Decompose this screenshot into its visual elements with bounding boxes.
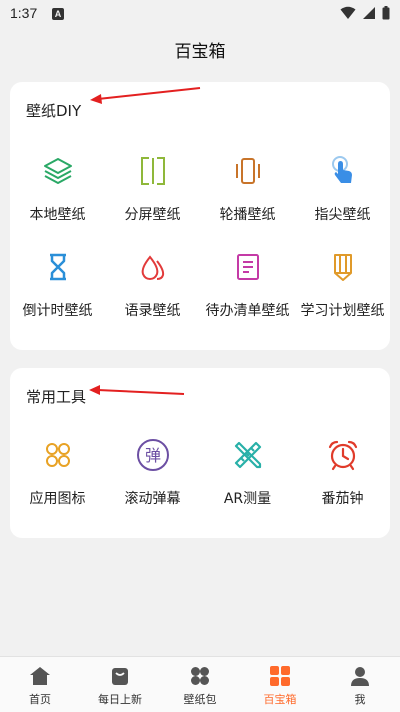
tool-label: 本地壁纸 [29, 207, 86, 223]
grid-icon [188, 664, 212, 688]
toolbox-icon [268, 664, 292, 688]
notification-icon: A [52, 8, 64, 20]
carousel-icon [231, 154, 265, 188]
tool-local-wallpaper[interactable]: 本地壁纸 [10, 152, 105, 248]
tool-countdown-wallpaper[interactable]: 倒计时壁纸 [10, 248, 105, 344]
ruler-pencil-icon [231, 438, 265, 472]
tab-toolbox[interactable]: 百宝箱 [240, 657, 320, 712]
bottom-tab-bar: 首页 每日上新 壁纸包 百宝箱 我 [0, 656, 400, 712]
wifi-icon [340, 6, 356, 19]
signal-icon [363, 7, 375, 19]
tab-label: 每日上新 [98, 693, 142, 706]
pencil-icon [326, 250, 360, 284]
annotation-arrow [89, 385, 185, 395]
app-grid-icon [41, 438, 75, 472]
tool-todo-wallpaper[interactable]: 待办清单壁纸 [200, 248, 295, 344]
danmaku-icon: 弹 [136, 438, 170, 472]
page-title: 百宝箱 [174, 42, 226, 62]
tab-wallpaper-pack[interactable]: 壁纸包 [160, 657, 240, 712]
tool-split-wallpaper[interactable]: 分屏壁纸 [105, 152, 200, 248]
battery-icon [382, 6, 390, 20]
tool-label: AR测量 [223, 491, 272, 507]
status-time: 1:37 [10, 5, 38, 21]
hourglass-icon [41, 250, 75, 284]
title-bar: 百宝箱 [0, 30, 400, 74]
tool-label: 倒计时壁纸 [22, 303, 93, 319]
wallpaper-tools-grid: 本地壁纸 分屏壁纸 轮播壁纸 指尖壁纸 倒计时壁纸 语录壁纸 待办清单壁纸 学习… [10, 152, 390, 344]
person-icon [348, 664, 372, 688]
tab-label: 壁纸包 [183, 693, 217, 706]
tool-label: 轮播壁纸 [219, 207, 276, 223]
finger-tap-icon [326, 154, 360, 188]
status-indicators [340, 6, 390, 20]
wallpaper-diy-card: 壁纸DIY 本地壁纸 分屏壁纸 轮播壁纸 指尖壁纸 倒计时壁纸 语录壁纸 待办清… [10, 82, 390, 350]
alarm-clock-icon [326, 438, 360, 472]
tab-me[interactable]: 我 [320, 657, 400, 712]
tool-label: 语录壁纸 [124, 303, 181, 319]
tool-label: 滚动弹幕 [124, 491, 181, 507]
common-tools-card: 常用工具 应用图标 弹 滚动弹幕 AR测量 番茄钟 [10, 368, 390, 538]
todo-list-icon [231, 250, 265, 284]
tool-label: 番茄钟 [321, 491, 364, 507]
tool-label: 待办清单壁纸 [205, 303, 290, 319]
danmaku-glyph: 弹 [144, 446, 160, 465]
tab-label: 我 [354, 693, 366, 706]
tool-pomodoro[interactable]: 番茄钟 [295, 436, 390, 532]
common-tools-grid: 应用图标 弹 滚动弹幕 AR测量 番茄钟 [10, 436, 390, 532]
annotation-arrow [90, 87, 201, 104]
status-bar: 1:37 A [0, 0, 400, 28]
tool-study-plan-wallpaper[interactable]: 学习计划壁纸 [295, 248, 390, 344]
tool-label: 学习计划壁纸 [300, 303, 385, 319]
tool-fingertip-wallpaper[interactable]: 指尖壁纸 [295, 152, 390, 248]
tool-label: 分屏壁纸 [124, 207, 181, 223]
section-title-common-tools: 常用工具 [26, 388, 87, 406]
section-title-wallpaper-diy: 壁纸DIY [26, 102, 82, 120]
tool-quote-wallpaper[interactable]: 语录壁纸 [105, 248, 200, 344]
layers-icon [41, 154, 75, 188]
home-icon [28, 664, 52, 688]
drops-icon [136, 250, 170, 284]
tool-carousel-wallpaper[interactable]: 轮播壁纸 [200, 152, 295, 248]
tool-app-icon[interactable]: 应用图标 [10, 436, 105, 532]
split-screen-icon [136, 154, 170, 188]
tool-ar-measure[interactable]: AR测量 [200, 436, 295, 532]
bag-icon [108, 664, 132, 688]
tab-daily-new[interactable]: 每日上新 [80, 657, 160, 712]
tab-label: 百宝箱 [263, 693, 297, 706]
tab-home[interactable]: 首页 [0, 657, 80, 712]
tool-scroll-danmaku[interactable]: 弹 滚动弹幕 [105, 436, 200, 532]
tool-label: 指尖壁纸 [314, 207, 371, 223]
tool-label: 应用图标 [29, 491, 86, 507]
tab-label: 首页 [29, 693, 51, 706]
